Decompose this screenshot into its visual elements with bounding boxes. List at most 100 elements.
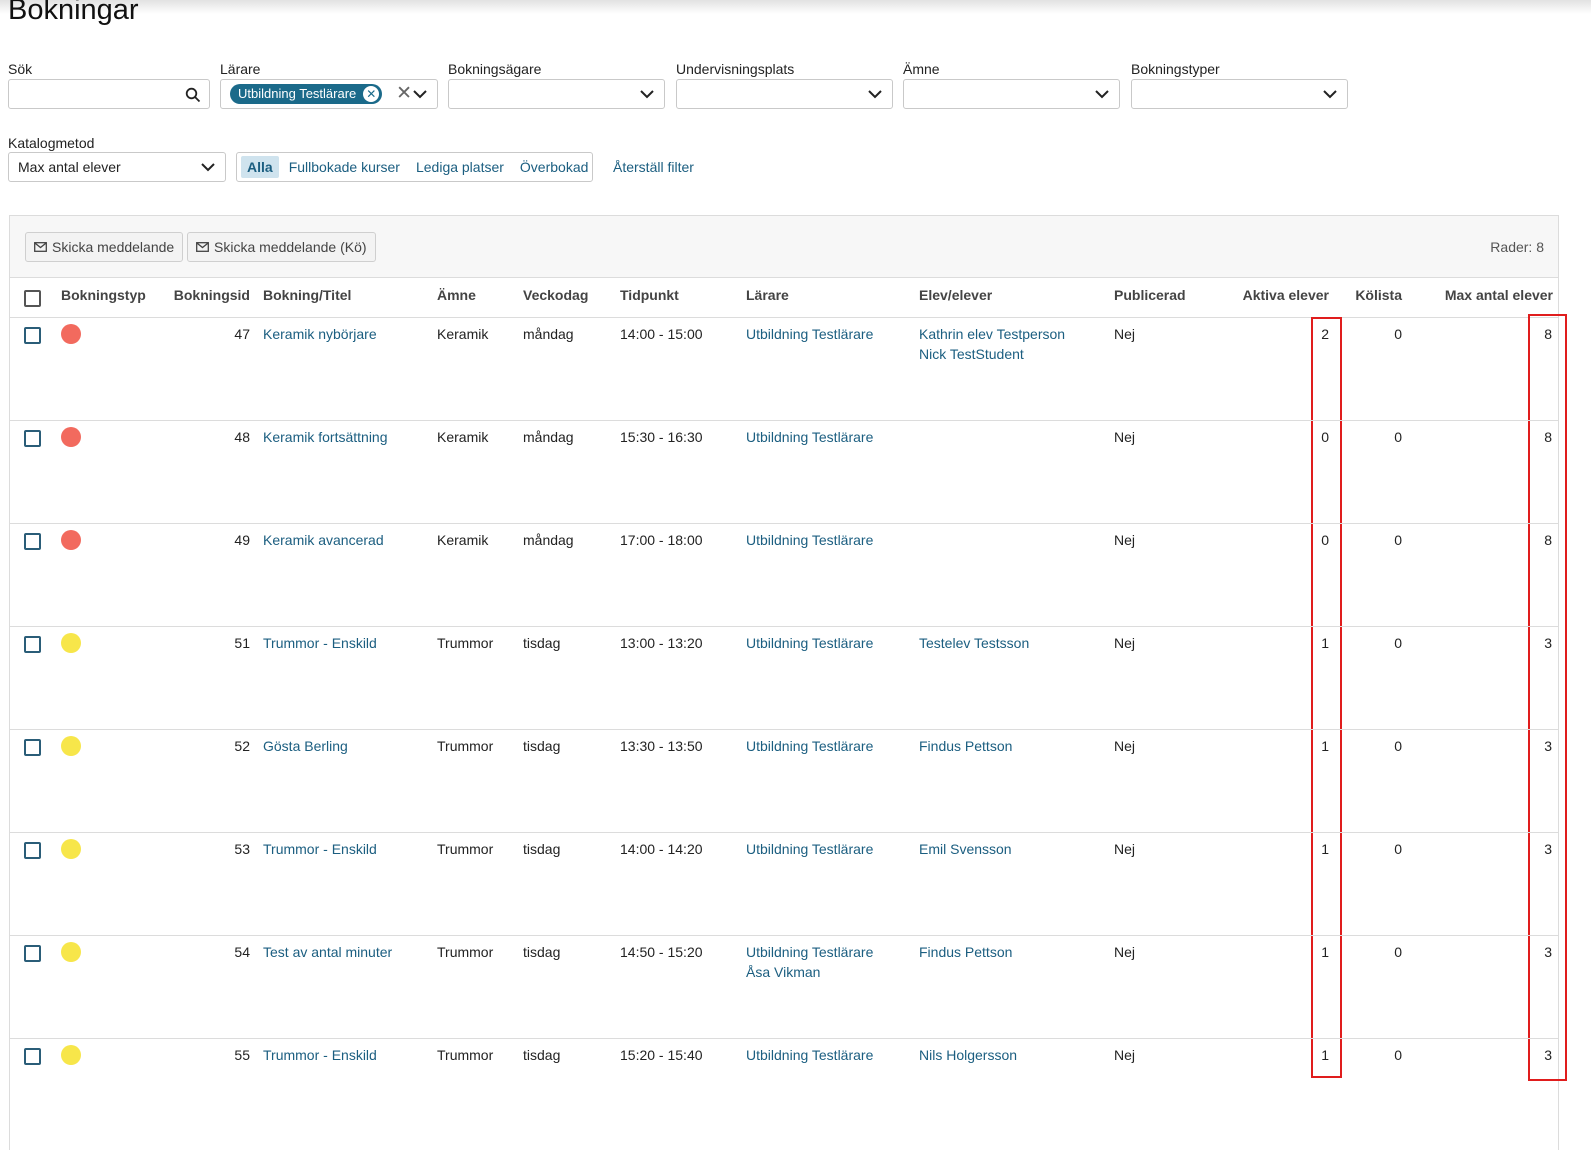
- booking-title-link[interactable]: Trummor - Enskild: [263, 1047, 377, 1063]
- segment-overbooked[interactable]: Överbokad: [514, 156, 594, 178]
- queue-cell: 0: [1394, 944, 1402, 960]
- segment-all[interactable]: Alla: [241, 156, 279, 178]
- location-select[interactable]: [676, 79, 893, 109]
- teacher-link[interactable]: Utbildning Testlärare: [746, 635, 873, 651]
- published-cell: Nej: [1114, 841, 1136, 857]
- header-teacher[interactable]: Lärare: [746, 287, 789, 303]
- booking-types-select[interactable]: [1131, 79, 1348, 109]
- row-checkbox[interactable]: [24, 327, 41, 344]
- row-divider: [10, 935, 1558, 936]
- reset-filter-link[interactable]: Återställ filter: [613, 159, 694, 175]
- send-message-queue-button[interactable]: Skicka meddelande (Kö): [187, 232, 376, 262]
- time-cell: 17:00 - 18:00: [620, 532, 703, 548]
- student-link[interactable]: Nils Holgersson: [919, 1047, 1017, 1063]
- time-cell: 13:30 - 13:50: [620, 738, 703, 754]
- chevron-down-icon[interactable]: [412, 88, 428, 100]
- student-link[interactable]: Findus Pettson: [919, 738, 1012, 754]
- header-active-students[interactable]: Aktiva elever: [1220, 287, 1329, 303]
- student-link-secondary[interactable]: Nick TestStudent: [919, 346, 1024, 362]
- booking-title-link[interactable]: Keramik avancerad: [263, 532, 384, 548]
- subject-cell: Trummor: [437, 841, 494, 857]
- subject-cell: Keramik: [437, 429, 489, 445]
- header-max-students[interactable]: Max antal elever: [1420, 287, 1553, 303]
- header-booking-type[interactable]: Bokningstyp: [61, 287, 146, 303]
- teacher-link[interactable]: Utbildning Testlärare: [746, 738, 873, 754]
- queue-cell: 0: [1394, 1047, 1402, 1063]
- booking-title-link[interactable]: Gösta Berling: [263, 738, 348, 754]
- teacher-label: Lärare: [220, 61, 261, 77]
- teacher-chip: Utbildning Testlärare ✕: [230, 84, 383, 104]
- subject-cell: Keramik: [437, 326, 489, 342]
- clear-icon[interactable]: ✕: [396, 83, 412, 105]
- weekday-cell: tisdag: [523, 944, 561, 960]
- search-input[interactable]: [8, 79, 210, 109]
- teacher-link[interactable]: Utbildning Testlärare: [746, 841, 873, 857]
- booking-title-link[interactable]: Trummor - Enskild: [263, 841, 377, 857]
- select-all-checkbox[interactable]: [24, 290, 41, 307]
- segment-available[interactable]: Lediga platser: [410, 156, 510, 178]
- teacher-link[interactable]: Utbildning Testlärare: [746, 429, 873, 445]
- booking-id: 49: [234, 532, 250, 548]
- queue-cell: 0: [1394, 532, 1402, 548]
- student-link[interactable]: Findus Pettson: [919, 944, 1012, 960]
- row-count: Rader: 8: [1490, 239, 1544, 255]
- chevron-down-icon: [201, 163, 215, 172]
- subject-cell: Trummor: [437, 635, 494, 651]
- segment-fully-booked[interactable]: Fullbokade kurser: [283, 156, 406, 178]
- booking-title-link[interactable]: Trummor - Enskild: [263, 635, 377, 651]
- booking-type-dot: [61, 324, 81, 344]
- weekday-cell: måndag: [523, 532, 574, 548]
- booking-type-dot: [61, 530, 81, 550]
- chevron-down-icon: [868, 90, 882, 99]
- availability-filter: Alla Fullbokade kurser Lediga platser Öv…: [236, 152, 593, 182]
- header-published[interactable]: Publicerad: [1114, 287, 1186, 303]
- header-time[interactable]: Tidpunkt: [620, 287, 679, 303]
- header-subject[interactable]: Ämne: [437, 287, 476, 303]
- teacher-link[interactable]: Utbildning Testlärare: [746, 1047, 873, 1063]
- row-checkbox[interactable]: [24, 842, 41, 859]
- teacher-link[interactable]: Utbildning Testlärare: [746, 326, 873, 342]
- catalog-method-select[interactable]: Max antal elever: [8, 152, 226, 182]
- row-checkbox[interactable]: [24, 636, 41, 653]
- booking-title-link[interactable]: Keramik nybörjare: [263, 326, 377, 342]
- queue-cell: 0: [1394, 635, 1402, 651]
- page-title: Bokningar: [8, 0, 139, 26]
- row-checkbox[interactable]: [24, 533, 41, 550]
- booking-title-link[interactable]: Keramik fortsättning: [263, 429, 388, 445]
- send-message-button[interactable]: Skicka meddelande: [25, 232, 184, 262]
- row-checkbox[interactable]: [24, 739, 41, 756]
- subject-cell: Trummor: [437, 1047, 494, 1063]
- booking-owner-select[interactable]: [448, 79, 665, 109]
- header-students[interactable]: Elev/elever: [919, 287, 992, 303]
- weekday-cell: tisdag: [523, 738, 561, 754]
- header-queue[interactable]: Kölista: [1340, 287, 1402, 303]
- teacher-link[interactable]: Utbildning Testlärare: [746, 944, 873, 960]
- booking-type-dot: [61, 942, 81, 962]
- row-divider: [10, 832, 1558, 833]
- header-weekday[interactable]: Veckodag: [523, 287, 588, 303]
- subject-select[interactable]: [903, 79, 1120, 109]
- booking-id: 53: [234, 841, 250, 857]
- search-icon[interactable]: [185, 87, 201, 103]
- booking-id: 51: [234, 635, 250, 651]
- teacher-link[interactable]: Utbildning Testlärare: [746, 532, 873, 548]
- chip-remove-icon[interactable]: ✕: [363, 86, 380, 102]
- booking-type-dot: [61, 633, 81, 653]
- row-checkbox[interactable]: [24, 1048, 41, 1065]
- booking-title-link[interactable]: Test av antal minuter: [263, 944, 392, 960]
- row-checkbox[interactable]: [24, 430, 41, 447]
- student-link[interactable]: Testelev Testsson: [919, 635, 1029, 651]
- booking-types-label: Bokningstyper: [1131, 61, 1220, 77]
- active-students-highlight: [1311, 317, 1342, 1078]
- booking-type-dot: [61, 427, 81, 447]
- chevron-down-icon: [1323, 90, 1337, 99]
- student-link[interactable]: Emil Svensson: [919, 841, 1012, 857]
- student-link[interactable]: Kathrin elev Testperson: [919, 326, 1065, 342]
- teacher-link-secondary[interactable]: Åsa Vikman: [746, 964, 820, 980]
- time-cell: 14:50 - 15:20: [620, 944, 703, 960]
- teacher-select[interactable]: Utbildning Testlärare ✕ ✕: [220, 79, 438, 109]
- row-checkbox[interactable]: [24, 945, 41, 962]
- header-title[interactable]: Bokning/Titel: [263, 287, 351, 303]
- time-cell: 14:00 - 14:20: [620, 841, 703, 857]
- header-booking-id[interactable]: Bokningsid: [160, 287, 250, 303]
